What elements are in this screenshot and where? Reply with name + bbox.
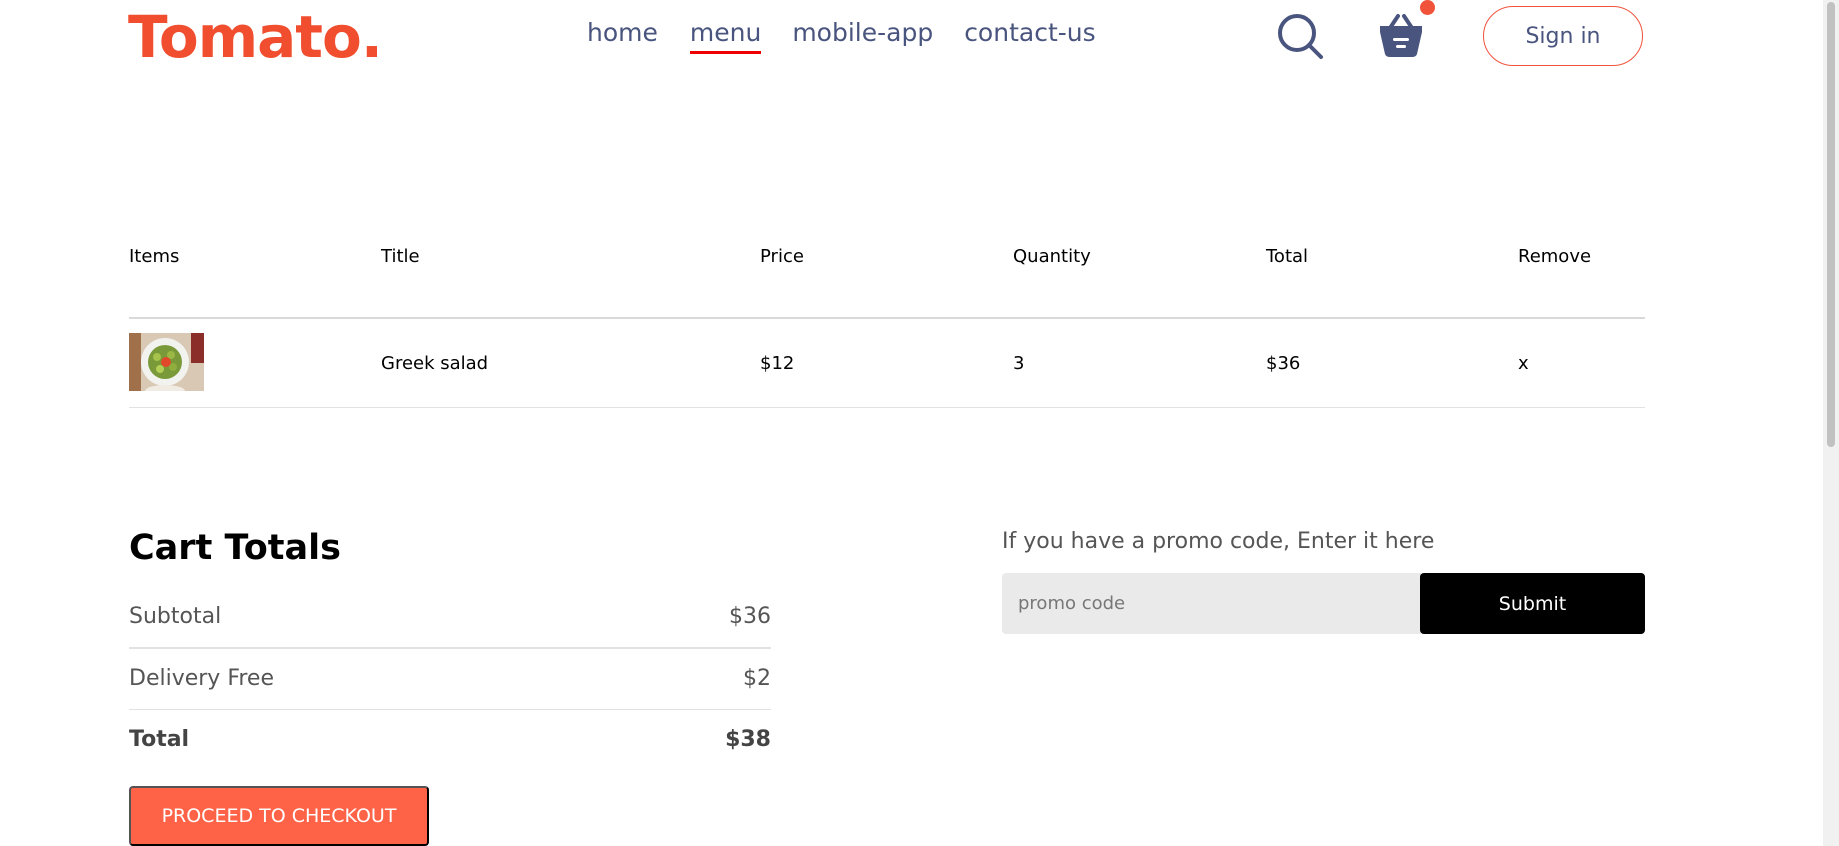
header-title: Title	[381, 246, 420, 267]
nav-menu[interactable]: menu	[689, 18, 762, 54]
item-title: Greek salad	[381, 353, 489, 374]
delivery-label: Delivery Free	[129, 666, 274, 691]
promo-submit-button[interactable]: Submit	[1420, 573, 1645, 634]
remove-item-button[interactable]: x	[1518, 353, 1529, 374]
total-row: Total $38	[129, 727, 771, 752]
header-items: Items	[129, 246, 180, 267]
promo-code-input[interactable]	[1002, 573, 1421, 634]
cart-totals-title: Cart Totals	[129, 528, 341, 568]
nav-contact-us[interactable]: contact-us	[964, 18, 1095, 54]
proceed-to-checkout-button[interactable]: PROCEED TO CHECKOUT	[129, 786, 429, 846]
main-nav: home menu mobile-app contact-us	[587, 18, 1096, 54]
row-divider	[129, 407, 1645, 408]
search-icon[interactable]	[1276, 12, 1324, 60]
promo-code-label: If you have a promo code, Enter it here	[1002, 529, 1435, 554]
totals-divider	[129, 709, 771, 710]
greek-salad-thumbnail	[129, 333, 204, 391]
nav-home[interactable]: home	[587, 18, 658, 54]
cart-table-header: Items Title Price Quantity Total Remove	[129, 246, 1645, 276]
scrollbar-thumb[interactable]	[1827, 2, 1835, 447]
basket-icon[interactable]	[1376, 10, 1426, 60]
delivery-value: $2	[743, 666, 771, 691]
header-total: Total	[1266, 246, 1309, 267]
totals-divider	[129, 647, 771, 649]
header-quantity: Quantity	[1013, 246, 1091, 267]
delivery-row: Delivery Free $2	[129, 666, 771, 691]
total-value: $38	[725, 727, 771, 752]
nav-mobile-app[interactable]: mobile-app	[792, 18, 933, 54]
table-row: Greek salad $12 3 $36 x	[129, 333, 1645, 391]
subtotal-row: Subtotal $36	[129, 604, 771, 629]
subtotal-label: Subtotal	[129, 604, 222, 629]
table-divider	[129, 317, 1645, 319]
logo[interactable]: Tomato.	[128, 2, 383, 72]
header-remove: Remove	[1518, 246, 1592, 267]
item-quantity: 3	[1013, 353, 1025, 374]
subtotal-value: $36	[729, 604, 771, 629]
item-total: $36	[1266, 353, 1301, 374]
total-label: Total	[129, 727, 190, 752]
scrollbar[interactable]	[1823, 0, 1839, 846]
sign-in-button[interactable]: Sign in	[1483, 6, 1643, 66]
cart-indicator-dot	[1420, 0, 1435, 15]
item-price: $12	[760, 353, 795, 374]
header-price: Price	[760, 246, 804, 267]
